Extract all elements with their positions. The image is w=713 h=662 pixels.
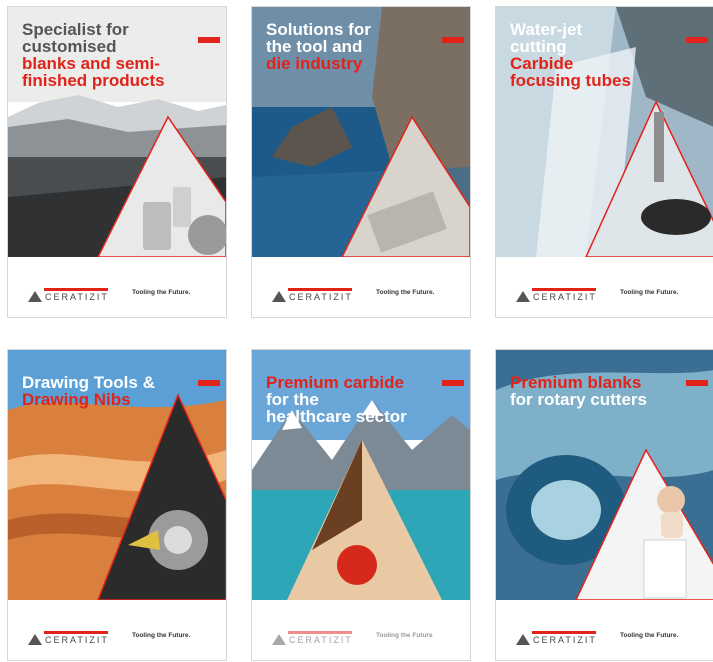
title-line: die industry [266, 54, 363, 73]
brochure-card[interactable]: Specialist for customised blanks and sem… [7, 6, 227, 318]
title-line: Drawing Nibs [22, 390, 131, 409]
logo-triangle-icon [28, 634, 42, 645]
cover-title: Premium blanks for rotary cutters [510, 374, 695, 408]
title-line: for rotary cutters [510, 390, 647, 409]
title-line: healthcare sector [266, 407, 407, 426]
ceratizit-logo: CERATIZIT [28, 631, 118, 649]
cover-title: Premium carbide for the healthcare secto… [266, 374, 451, 425]
cover-footer: Tooling the Future CERATIZIT [252, 600, 470, 660]
slogan: Tooling the Future. [132, 289, 191, 296]
title-line: Specialist for [22, 20, 129, 39]
logo-stripe [288, 288, 352, 291]
title-line: customised [22, 37, 117, 56]
ceratizit-logo: CERATIZIT [272, 288, 362, 306]
title-line: Water-jet [510, 20, 583, 39]
title-line: finished products [22, 71, 165, 90]
cover-footer: Tooling the Future. CERATIZIT [8, 600, 226, 660]
ceratizit-logo: CERATIZIT [28, 288, 118, 306]
brand-name: CERATIZIT [289, 292, 353, 302]
brochure-card[interactable]: Water-jet cutting Carbide focusing tubes… [495, 6, 713, 318]
logo-triangle-icon [272, 634, 286, 645]
title-line: Carbide [510, 54, 574, 73]
brochure-card[interactable]: Solutions for the tool and die industry … [251, 6, 471, 318]
logo-triangle-icon [516, 291, 530, 302]
logo-stripe [44, 631, 108, 634]
slogan: Tooling the Future. [132, 632, 191, 639]
cover-title: Specialist for customised blanks and sem… [22, 21, 207, 89]
brand-name: CERATIZIT [533, 292, 597, 302]
logo-triangle-icon [516, 634, 530, 645]
brand-name: CERATIZIT [289, 635, 353, 645]
logo-stripe [532, 288, 596, 291]
title-line: Drawing Tools & [22, 373, 155, 392]
title-line: Premium carbide [266, 373, 404, 392]
cover-title: Solutions for the tool and die industry [266, 21, 451, 72]
title-line: focusing tubes [510, 71, 631, 90]
slogan: Tooling the Future. [620, 632, 679, 639]
brochure-card[interactable]: Premium blanks for rotary cutters Toolin… [495, 349, 713, 661]
cover-footer: Tooling the Future. CERATIZIT [496, 600, 713, 660]
title-line: blanks and semi- [22, 54, 160, 73]
cover-footer: Tooling the Future. CERATIZIT [8, 257, 226, 317]
title-line: Solutions for [266, 20, 371, 39]
cover-title: Drawing Tools & Drawing Nibs [22, 374, 207, 408]
ceratizit-logo: CERATIZIT [516, 288, 606, 306]
logo-stripe [44, 288, 108, 291]
slogan: Tooling the Future [376, 632, 433, 639]
slogan: Tooling the Future. [376, 289, 435, 296]
cover-footer: Tooling the Future. CERATIZIT [252, 257, 470, 317]
title-line: cutting [510, 37, 567, 56]
slogan: Tooling the Future. [620, 289, 679, 296]
title-line: Premium blanks [510, 373, 642, 392]
title-line: for the [266, 390, 319, 409]
brochure-card[interactable]: Premium carbide for the healthcare secto… [251, 349, 471, 661]
ceratizit-logo: CERATIZIT [272, 631, 362, 649]
cover-footer: Tooling the Future. CERATIZIT [496, 257, 713, 317]
title-line: the tool and [266, 37, 363, 56]
brand-name: CERATIZIT [533, 635, 597, 645]
brochure-card[interactable]: Drawing Tools & Drawing Nibs Tooling the… [7, 349, 227, 661]
logo-triangle-icon [272, 291, 286, 302]
brand-name: CERATIZIT [45, 292, 109, 302]
logo-stripe [532, 631, 596, 634]
ceratizit-logo: CERATIZIT [516, 631, 606, 649]
brand-name: CERATIZIT [45, 635, 109, 645]
cover-title: Water-jet cutting Carbide focusing tubes [510, 21, 695, 89]
logo-stripe [288, 631, 352, 634]
logo-triangle-icon [28, 291, 42, 302]
